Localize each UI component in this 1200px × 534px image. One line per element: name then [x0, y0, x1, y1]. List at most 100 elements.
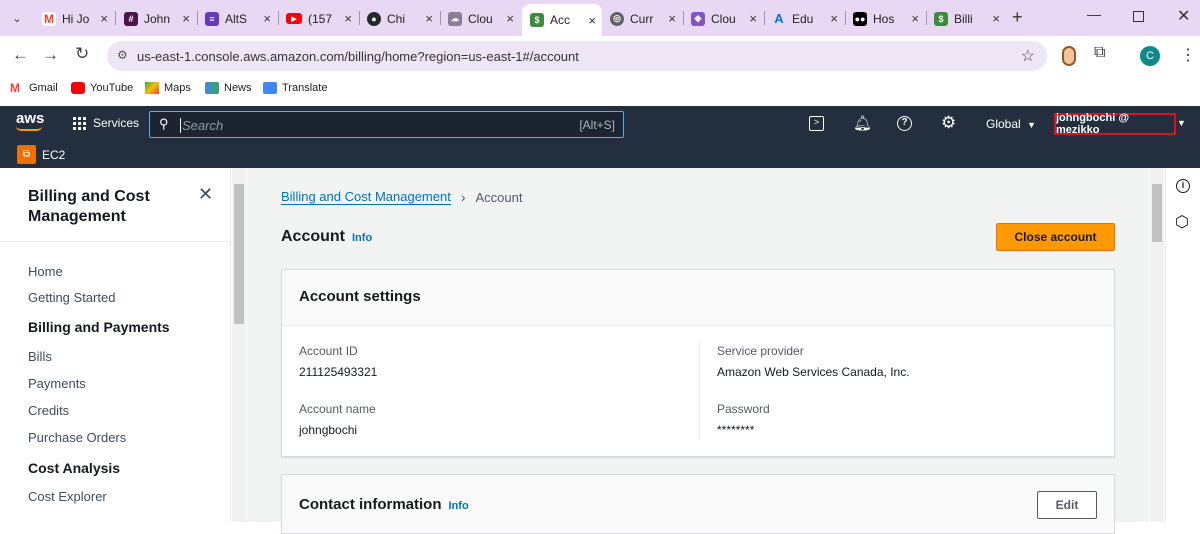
tutorial-hexagon-icon[interactable]: ⬡ — [1175, 212, 1189, 232]
search-icon: ⚲ — [159, 116, 169, 131]
reload-button[interactable]: ↻ — [75, 44, 89, 64]
billing-sidebar: Billing and Cost Management ✕ Home Getti… — [0, 168, 231, 522]
browser-menu-icon[interactable]: ⋮ — [1180, 45, 1196, 65]
browser-tab[interactable]: ●● Hos × — [853, 7, 923, 30]
browser-tab[interactable]: A Edu × — [772, 7, 842, 30]
profile-avatar[interactable]: C — [1140, 46, 1160, 66]
info-link[interactable]: Info — [449, 500, 469, 512]
browser-tab[interactable]: ▶ (157 × — [286, 7, 356, 30]
browser-tab[interactable]: ● Chi × — [367, 7, 437, 30]
close-icon[interactable]: × — [911, 11, 919, 26]
page-title: Account Info — [281, 228, 373, 245]
grid-icon — [73, 116, 86, 130]
gmail-icon: M — [10, 81, 20, 95]
minimize-button[interactable]: — — [1087, 6, 1101, 22]
account-caret-icon[interactable]: ▼ — [1177, 118, 1186, 128]
tab-search-button[interactable]: ⌄ — [8, 9, 26, 27]
account-name-value: johngbochi — [299, 423, 358, 437]
sidebar-item-purchase-orders[interactable]: Purchase Orders — [28, 430, 126, 445]
cloudshell-icon[interactable]: > — [809, 116, 824, 131]
close-window-button[interactable]: ✕ — [1177, 6, 1190, 26]
region-selector[interactable]: Global ▼ — [986, 117, 1036, 131]
new-tab-button[interactable]: + — [1012, 7, 1023, 28]
browser-tab[interactable]: ◎ Curr × — [610, 7, 680, 30]
settings-gear-icon[interactable]: ⚙ — [941, 113, 956, 133]
aws-search-input[interactable]: ⚲ Search [Alt+S] — [149, 111, 624, 138]
caret-down-icon: ▼ — [1027, 120, 1036, 130]
favorite-ec2[interactable]: ⧉ EC2 — [17, 145, 65, 164]
tab-separator — [115, 11, 116, 25]
tab-separator — [683, 11, 684, 25]
sidebar-scrollbar-thumb[interactable] — [234, 184, 244, 324]
puzzle-icon[interactable]: ⧉ — [1094, 44, 1105, 62]
extension-icon[interactable] — [1062, 46, 1076, 66]
bookmark-translate[interactable]: Translate — [263, 82, 327, 94]
main-content: Billing and Cost Management › Account Ac… — [247, 168, 1149, 534]
browser-tab[interactable]: # John × — [124, 7, 194, 30]
info-link[interactable]: Info — [352, 232, 372, 244]
address-bar[interactable]: ⚙ us-east-1.console.aws.amazon.com/billi… — [107, 41, 1047, 71]
main-scrollbar[interactable] — [1150, 168, 1164, 522]
close-icon[interactable]: × — [263, 11, 271, 26]
service-provider-value: Amazon Web Services Canada, Inc. — [717, 365, 910, 379]
close-icon[interactable]: × — [830, 11, 838, 26]
bookmark-star-icon[interactable]: ☆ — [1021, 46, 1035, 66]
tab-separator — [359, 11, 360, 25]
cloud-icon: ☁ — [448, 11, 462, 26]
chevron-down-icon: ⌄ — [12, 12, 22, 25]
sidebar-scrollbar[interactable] — [232, 168, 246, 522]
sidebar-item-home[interactable]: Home — [28, 264, 63, 279]
bookmark-youtube[interactable]: YouTube — [71, 82, 133, 94]
translate-icon — [263, 82, 277, 94]
browser-toolbar: ← → ↻ ⚙ us-east-1.console.aws.amazon.com… — [0, 36, 1200, 76]
sidebar-item-getting-started[interactable]: Getting Started — [28, 290, 115, 305]
account-menu[interactable]: johngbochi @ mezikko — [1054, 112, 1176, 136]
sidebar-item-payments[interactable]: Payments — [28, 376, 86, 391]
sidebar-item-credits[interactable]: Credits — [28, 403, 69, 418]
browser-tab[interactable]: $ Billi × — [934, 7, 1004, 30]
notifications-icon[interactable]: 🔔︎ — [853, 114, 872, 132]
browser-tab[interactable]: ☁ Clou × — [448, 7, 518, 30]
site-info-icon[interactable]: ⚙ — [117, 48, 128, 62]
browser-tab[interactable]: ≡ AltS × — [205, 7, 275, 30]
back-button[interactable]: ← — [12, 45, 29, 65]
help-icon[interactable]: ? — [897, 116, 912, 131]
close-icon[interactable]: × — [425, 11, 433, 26]
bookmark-gmail[interactable]: M Gmail — [10, 82, 58, 94]
sidebar-section-billing-payments[interactable]: Billing and Payments — [28, 319, 170, 335]
sidebar-item-cost-explorer[interactable]: Cost Explorer — [28, 489, 107, 504]
sidebar-item-bills[interactable]: Bills — [28, 349, 52, 364]
close-icon[interactable]: × — [749, 11, 757, 26]
aws-logo[interactable]: aws — [16, 111, 44, 131]
account-id-label: Account ID — [299, 344, 358, 358]
close-icon[interactable]: × — [668, 11, 676, 26]
bookmark-news[interactable]: News — [205, 82, 252, 94]
main-scrollbar-thumb[interactable] — [1152, 184, 1162, 242]
browser-tab[interactable]: M Hi Jo × — [42, 7, 112, 30]
search-placeholder: Search — [180, 118, 224, 133]
close-icon[interactable]: × — [506, 11, 514, 26]
restore-button[interactable] — [1133, 11, 1144, 22]
close-icon[interactable]: × — [588, 13, 596, 28]
close-icon[interactable]: × — [182, 11, 190, 26]
chevron-right-icon: › — [460, 189, 466, 205]
close-sidebar-button[interactable]: ✕ — [198, 184, 213, 205]
bookmark-maps[interactable]: Maps — [145, 82, 191, 94]
edit-contact-button[interactable]: Edit — [1037, 491, 1097, 519]
sidebar-section-cost-analysis[interactable]: Cost Analysis — [28, 460, 120, 476]
sidebar-title: Billing and Cost Management — [28, 188, 150, 225]
close-icon[interactable]: × — [992, 11, 1000, 26]
close-icon[interactable]: × — [344, 11, 352, 26]
breadcrumb-parent-link[interactable]: Billing and Cost Management — [281, 189, 451, 205]
services-menu-button[interactable]: Services — [73, 116, 139, 130]
browser-tab[interactable]: ◈ Clou × — [691, 7, 761, 30]
browser-tab-active[interactable]: $ Acc × — [522, 4, 602, 36]
right-utility-rail: i ⬡ — [1165, 168, 1200, 522]
close-icon[interactable]: × — [100, 11, 108, 26]
globe-icon: ◎ — [610, 11, 624, 26]
forward-button[interactable]: → — [42, 45, 59, 65]
aws-top-nav: aws Services ⚲ Search [Alt+S] > 🔔︎ ? ⚙ G… — [0, 106, 1200, 142]
account-settings-panel: Account settings Account ID 211125493321… — [281, 269, 1115, 457]
close-account-button[interactable]: Close account — [996, 223, 1115, 251]
info-panel-icon[interactable]: i — [1176, 179, 1190, 193]
